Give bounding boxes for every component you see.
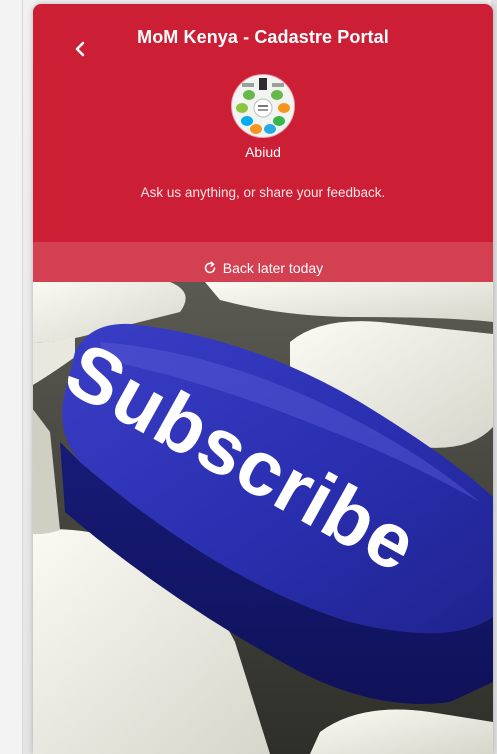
subscribe-banner-image[interactable]: Subscribe [33, 282, 493, 754]
clock-refresh-icon [204, 261, 216, 274]
widget-tagline: Ask us anything, or share your feedback. [140, 185, 386, 200]
background-sidebar [0, 0, 23, 754]
agent-name: Abiud [245, 144, 281, 160]
widget-header: MoM Kenya - Cadastre Portal Abiud Ask us… [33, 4, 493, 242]
widget-title: MoM Kenya - Cadastre Portal [137, 27, 389, 47]
status-text: Back later today [222, 260, 324, 276]
chat-widget: MoM Kenya - Cadastre Portal Abiud Ask us… [33, 4, 493, 754]
availability-status: Back later today [33, 242, 493, 282]
agent-avatar [232, 75, 294, 137]
